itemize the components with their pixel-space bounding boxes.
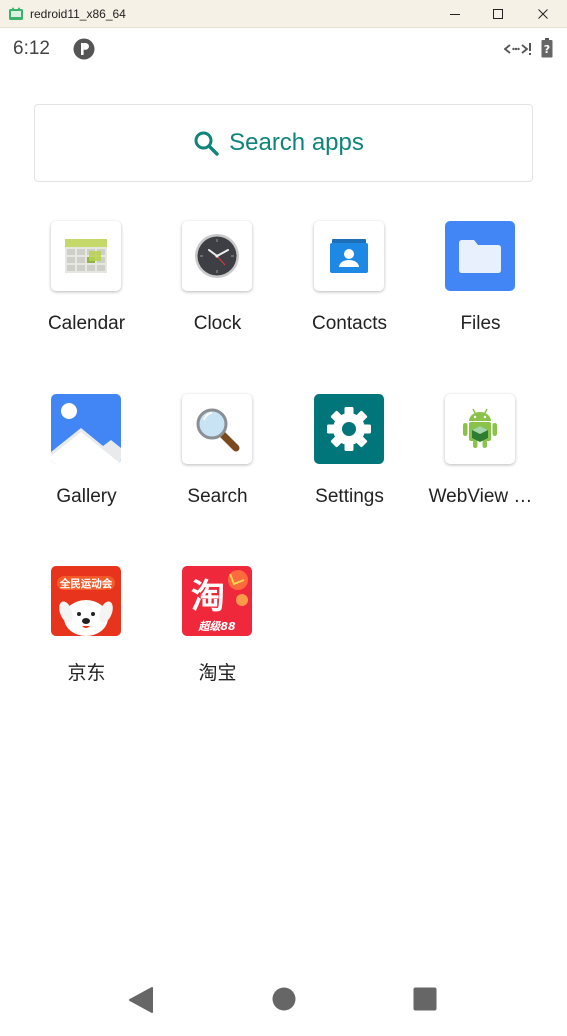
close-icon	[538, 9, 548, 19]
gallery-icon	[51, 394, 121, 464]
minimize-icon	[450, 14, 460, 15]
android-app-icon	[8, 6, 24, 22]
network-data-icon	[503, 40, 532, 58]
app-contacts[interactable]: Contacts	[284, 221, 415, 371]
search-icon	[194, 131, 219, 156]
contacts-icon	[314, 221, 384, 291]
magnifier-icon	[182, 394, 252, 464]
notification-p-icon	[73, 38, 95, 60]
app-label: WebView …	[428, 486, 533, 507]
window-title: redroid11_x86_64	[30, 7, 126, 21]
webview-android-icon	[445, 394, 515, 464]
search-apps-label: Search apps	[229, 129, 364, 156]
battery-unknown-icon: ?	[541, 38, 553, 58]
settings-gear-icon	[314, 394, 384, 464]
calendar-icon	[51, 221, 121, 291]
files-icon	[445, 221, 515, 291]
app-label: Files	[460, 313, 501, 334]
taobao-char: 淘	[191, 577, 225, 617]
jd-icon: 全民运动会	[51, 566, 121, 636]
home-icon[interactable]	[272, 987, 296, 1011]
status-time: 6:12	[13, 38, 50, 59]
app-label: Calendar	[47, 313, 126, 334]
app-label: 淘宝	[198, 663, 237, 684]
recents-icon[interactable]	[413, 987, 437, 1011]
taobao-banner-text: 超级88	[197, 620, 236, 633]
app-gallery[interactable]: Gallery	[21, 394, 152, 544]
navigation-bar	[0, 966, 567, 1036]
app-label: Gallery	[56, 486, 117, 507]
app-label: 京东	[67, 663, 106, 684]
clock-icon	[182, 221, 252, 291]
status-bar: 6:12 ?	[0, 28, 567, 70]
app-label: Contacts	[312, 313, 387, 334]
jd-banner-text: 全民运动会	[59, 577, 113, 590]
maximize-button[interactable]	[475, 0, 521, 28]
taobao-icon: 淘 超级88	[182, 566, 252, 636]
app-files[interactable]: Files	[415, 221, 546, 371]
app-label: Settings	[315, 486, 384, 507]
app-search[interactable]: Search	[152, 394, 283, 544]
app-jd[interactable]: 全民运动会 京东	[21, 566, 152, 716]
app-label: Search	[187, 486, 248, 507]
app-calendar[interactable]: Calendar	[21, 221, 152, 371]
svg-text:?: ?	[544, 43, 550, 56]
window-title-bar: redroid11_x86_64	[0, 0, 567, 28]
app-webview[interactable]: WebView …	[415, 394, 546, 544]
maximize-icon	[493, 9, 503, 19]
app-taobao[interactable]: 淘 超级88 淘宝	[152, 566, 283, 716]
search-apps-bar[interactable]: Search apps	[34, 104, 533, 182]
back-icon[interactable]	[128, 986, 154, 1014]
minimize-button[interactable]	[432, 0, 478, 28]
close-button[interactable]	[520, 0, 566, 28]
app-label: Clock	[193, 313, 242, 334]
app-settings[interactable]: Settings	[284, 394, 415, 544]
app-clock[interactable]: Clock	[152, 221, 283, 371]
